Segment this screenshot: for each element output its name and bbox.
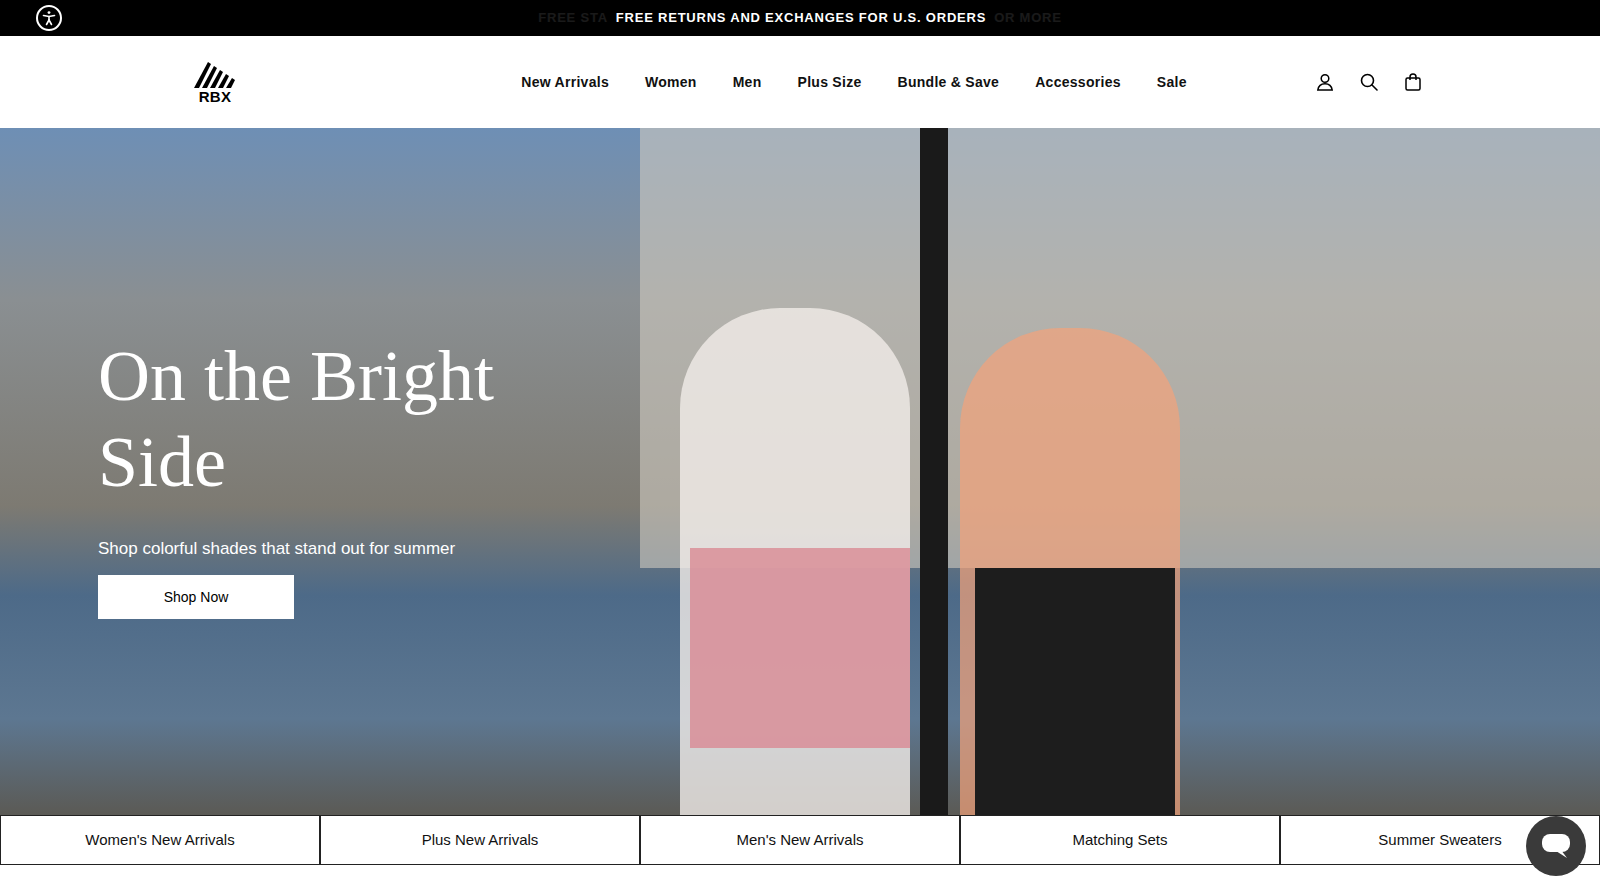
site-header: RBX New Arrivals Women Men Plus Size Bundle … [0,36,1600,128]
announcement-text: FREE RETURNS AND EXCHANGES FOR U.S. ORDE… [616,8,986,28]
nav-link[interactable]: Bundle & Save [898,72,1000,93]
category-tile[interactable]: Men's New Arrivals [640,815,960,865]
nav-link[interactable]: New Arrivals [521,72,609,93]
category-tile[interactable]: Plus New Arrivals [320,815,640,865]
nav-link[interactable]: Accessories [1035,72,1121,93]
hero-banner: On the Bright Side Shop colorful shades … [0,128,1600,815]
logo[interactable]: RBX [188,60,242,104]
logo-mark-icon [190,60,240,88]
nav-link[interactable]: Plus Size [798,72,862,93]
bag-icon[interactable] [1404,73,1422,91]
account-icon[interactable] [1316,73,1334,91]
nav-link[interactable]: Men [733,72,762,93]
hero-subtitle: Shop colorful shades that stand out for … [98,536,455,562]
nav-link[interactable]: Women [645,72,697,93]
category-tile[interactable]: Matching Sets [960,815,1280,865]
accessibility-button[interactable] [36,5,62,31]
hero-photo [0,128,1600,815]
logo-text: RBX [199,89,232,104]
shop-now-button[interactable]: Shop Now [98,575,294,619]
chat-icon [1541,833,1571,859]
announcement-next: OR MORE [994,8,1062,28]
accessibility-icon [41,10,57,26]
category-tile[interactable]: Women's New Arrivals [0,815,320,865]
nav-link[interactable]: Sale [1157,72,1187,93]
chat-button[interactable] [1526,816,1586,876]
main-nav: New Arrivals Women Men Plus Size Bundle & Sa… [521,72,1186,93]
category-strip: Women's New ArrivalsPlus New ArrivalsMen… [0,815,1600,865]
hero-title: On the Bright Side [98,333,558,506]
search-icon[interactable] [1360,73,1378,91]
announcement-previous: FREE STA [538,8,608,28]
announcement-bar: FREE STA FREE RETURNS AND EXCHANGES FOR … [0,0,1600,36]
